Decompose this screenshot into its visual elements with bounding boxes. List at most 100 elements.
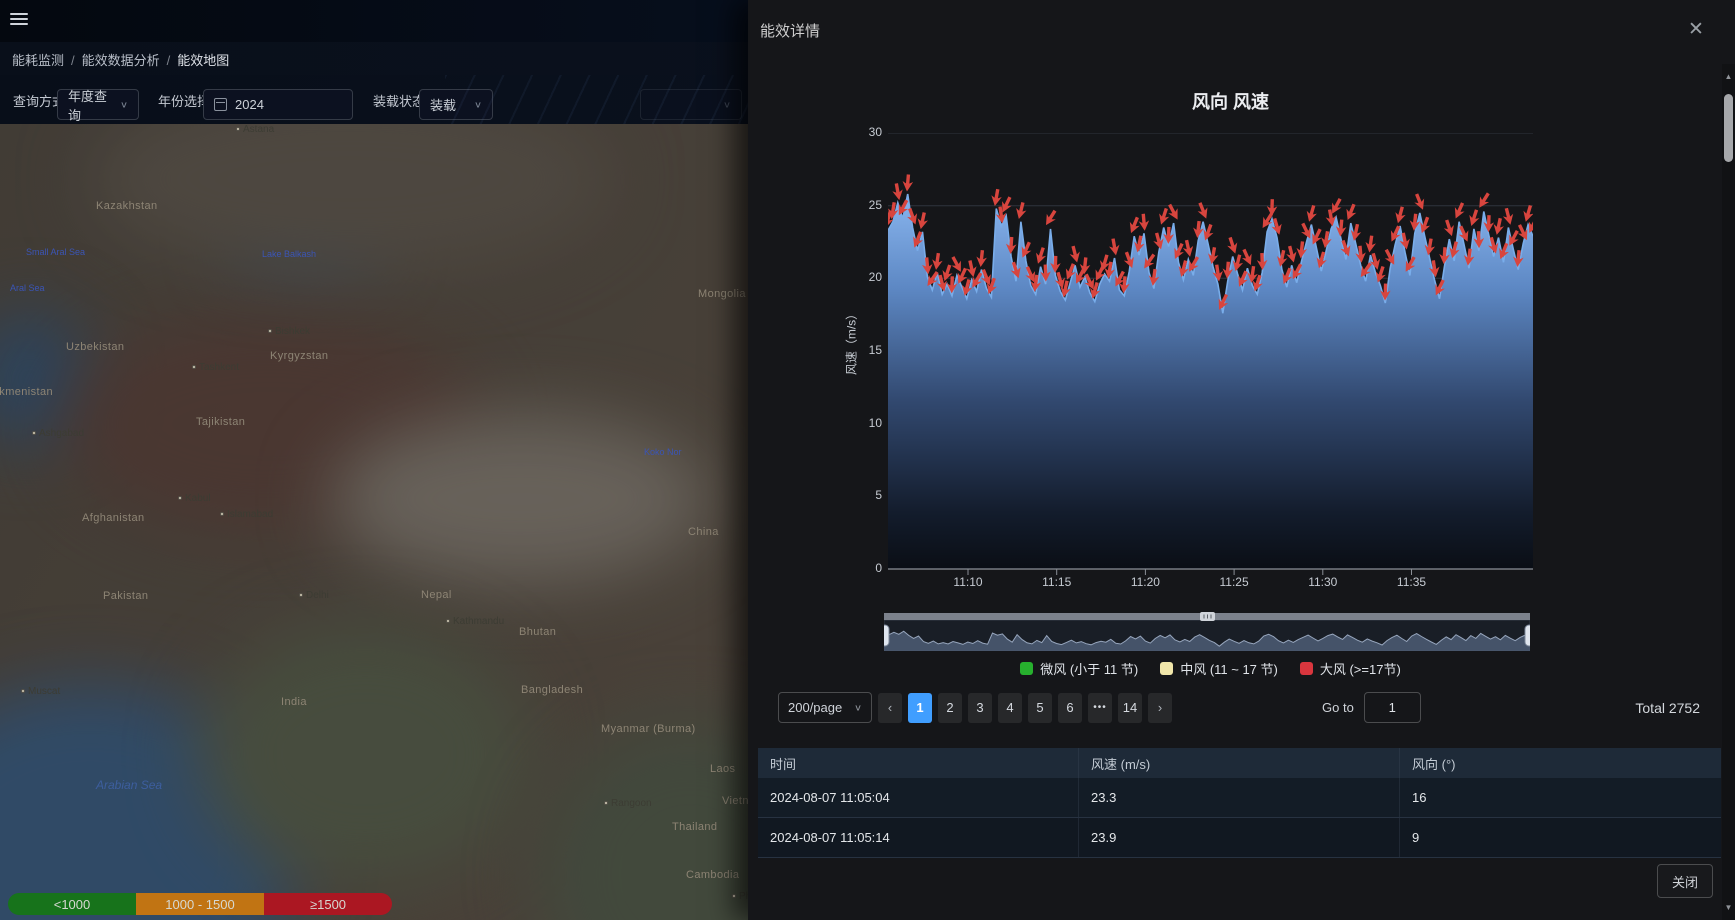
page-button[interactable]: 5 [1028,693,1052,723]
map-label: Koko Nor [644,447,682,457]
query-mode-select[interactable]: 年度查询 ∨ [57,89,139,120]
table-row[interactable]: 2024-08-07 11:05:0423.316 [758,778,1721,818]
x-axis-tick-label: 11:35 [1382,575,1442,589]
map-label: Thailand [672,821,717,833]
chart-y-axis-name: 风速（m/s） [843,282,860,402]
close-button[interactable]: 关闭 [1657,864,1713,898]
page-button[interactable]: 6 [1058,693,1082,723]
chevron-down-icon: ∨ [723,99,731,109]
chart-legend: 微风 (小于 11 节) 中风 (11 ~ 17 节) 大风 (>=17节) [888,659,1533,678]
menu-hamburger-icon[interactable] [10,13,28,28]
calendar-icon [214,98,227,111]
map-legend-segment: <1000 [8,893,136,915]
scroll-down-icon[interactable]: ▼ [1722,903,1735,912]
legend-label: 大风 (>=17节) [1320,659,1401,678]
chevron-down-icon: ∨ [854,702,862,712]
legend-item[interactable]: 中风 (11 ~ 17 节) [1160,659,1278,678]
drawer-scrollbar[interactable]: ▲ ▼ [1722,64,1735,920]
x-axis-tick-label: 11:30 [1293,575,1353,589]
more-pages-button[interactable]: ••• [1088,693,1112,723]
load-status-label: 装载状态 [373,91,425,110]
map-label: Kabul [178,493,211,504]
page-size-select[interactable]: 200/page ∨ [778,692,872,723]
page-size-value: 200/page [788,700,842,715]
next-page-button[interactable]: › [1148,693,1172,723]
goto-label: Go to [1322,700,1354,715]
table-header-row: 时间风速 (m/s)风向 (°) [758,748,1721,778]
city-dot-icon [268,329,272,333]
map-label: Ashgabad [32,428,84,439]
map-label: Myanmar (Burma) [601,723,696,735]
map-label: Aral Sea [10,283,45,293]
breadcrumb-item[interactable]: 能耗监测 [12,53,64,68]
breadcrumb-item[interactable]: 能效数据分析 [82,53,160,68]
map-label: Turkmenistan [0,386,53,398]
y-axis-tick-label: 20 [848,270,882,284]
city-dot-icon [178,496,182,500]
map-label: Arabian Sea [96,778,162,792]
map-label: Tashkent [192,362,239,373]
city-dot-icon [220,512,224,516]
city-dot-icon [446,619,450,623]
load-status-select[interactable]: 装载 ∨ [419,89,493,120]
drawer-title: 能效详情 [760,20,820,41]
table-cell: 16 [1400,778,1721,817]
load-status-value: 装载 [430,95,456,114]
query-mode-value: 年度查询 [68,86,120,124]
wind-speed-chart[interactable] [888,133,1533,577]
page-button[interactable]: 2 [938,693,962,723]
legend-item[interactable]: 大风 (>=17节) [1300,659,1401,678]
goto-page-input[interactable] [1364,692,1421,723]
breadcrumb-separator: / [71,53,75,68]
map-label: Mongolia [698,288,746,300]
x-axis-tick-label: 11:25 [1204,575,1264,589]
page-button[interactable]: 14 [1118,693,1142,723]
detail-drawer: 能效详情 ✕ 风向 风速 风速（m/s） 051015202530 11:101… [748,0,1735,920]
close-icon[interactable]: ✕ [1688,18,1704,41]
city-dot-icon [299,593,303,597]
table-header-cell: 时间 [758,748,1079,778]
map-label: Afghanistan [82,512,145,524]
x-axis-tick-label: 11:10 [938,575,998,589]
app-window: 能耗监测/能效数据分析/能效地图 查询方式 年度查询 ∨ 年份选择 2024 装… [0,0,1735,920]
page-button[interactable]: 4 [998,693,1022,723]
map-color-legend: <10001000 - 1500≥1500 [8,893,392,915]
page-button[interactable]: 3 [968,693,992,723]
map-label: China [688,526,719,538]
table-cell: 2024-08-07 11:05:14 [758,818,1079,857]
chart-title: 风向 风速 [748,88,1713,114]
map-label: Cambodia [686,869,739,881]
map-label: Nepal [421,589,452,601]
year-date-input[interactable]: 2024 [203,89,353,120]
prev-page-button[interactable]: ‹ [878,693,902,723]
city-dot-icon [732,894,736,898]
page-button[interactable]: 1 [908,693,932,723]
table-cell: 9 [1400,818,1721,857]
map-label: Muscat [21,686,60,697]
breadcrumb-item[interactable]: 能效地图 [177,53,229,68]
map-legend-segment: 1000 - 1500 [136,893,264,915]
x-axis-tick-label: 11:20 [1115,575,1175,589]
datazoom-slider[interactable] [884,612,1530,651]
legend-item[interactable]: 微风 (小于 11 节) [1020,659,1138,678]
chevron-down-icon: ∨ [120,99,128,109]
table-row[interactable]: 2024-08-07 11:05:1423.99 [758,818,1721,858]
map-label: Small Aral Sea [26,247,85,257]
legend-label: 中风 (11 ~ 17 节) [1180,659,1278,678]
map-label: Kyrgyzstan [270,350,328,362]
breadcrumb-separator: / [167,53,171,68]
map-label: Rangoon [604,798,652,809]
map-label: Lake Balkash [262,249,316,259]
table-cell: 23.3 [1079,778,1400,817]
y-axis-tick-label: 15 [848,343,882,357]
chevron-down-icon: ∨ [474,99,482,109]
pagination-bar: 200/page ∨ ‹ 123456•••14 › Go to Total 2… [778,692,1700,723]
wind-data-table: 时间风速 (m/s)风向 (°)2024-08-07 11:05:0423.31… [758,748,1721,858]
scroll-up-icon[interactable]: ▲ [1722,72,1735,81]
table-cell: 2024-08-07 11:05:04 [758,778,1079,817]
legend-swatch-icon [1020,662,1033,675]
hidden-select-partial[interactable]: ∨ [640,89,742,120]
scrollbar-thumb[interactable] [1724,94,1733,162]
y-axis-tick-label: 25 [848,198,882,212]
x-axis-tick-label: 11:15 [1027,575,1087,589]
